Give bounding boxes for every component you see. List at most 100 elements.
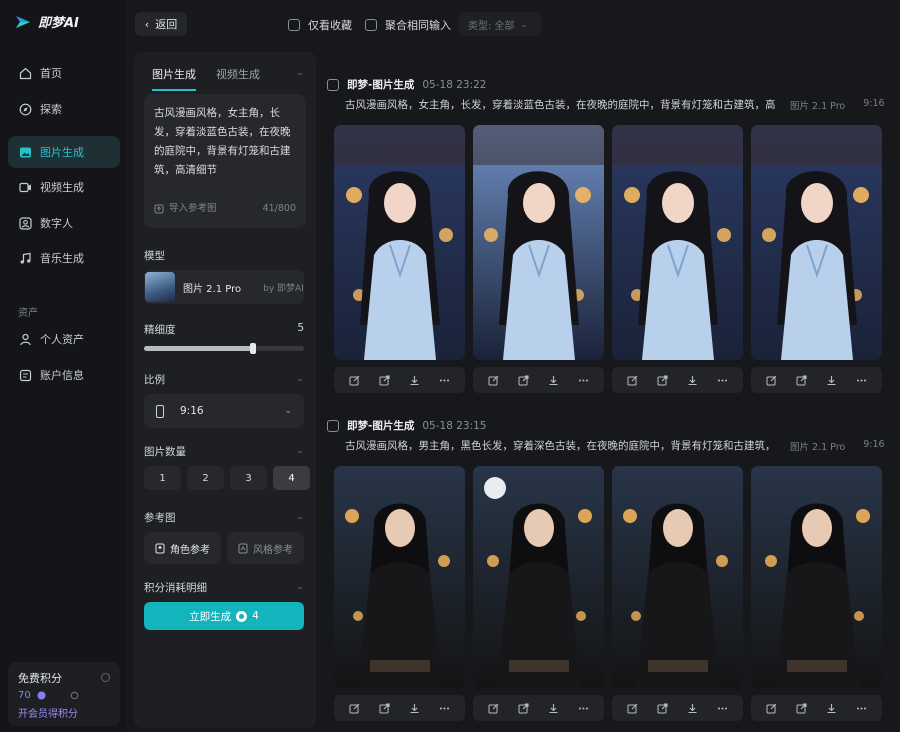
count-option-4[interactable]: 4	[273, 466, 310, 490]
nav-item-account-info[interactable]: 账户信息	[8, 359, 120, 391]
more-icon[interactable]	[576, 701, 590, 715]
result-image[interactable]	[473, 125, 604, 360]
merge-inputs-option[interactable]: 聚合相同输入	[365, 17, 451, 33]
character-reference-button[interactable]: 角色参考	[144, 532, 221, 564]
more-icon[interactable]	[854, 373, 868, 387]
tab-image-generation[interactable]: 图片生成	[152, 66, 196, 91]
more-icon[interactable]	[437, 701, 451, 715]
nav-item-personal-assets[interactable]: 个人资产	[8, 323, 120, 355]
model-selector[interactable]: 图片 2.1 Pro by 即梦AI	[144, 270, 304, 304]
nav-item-explore[interactable]: 探索	[8, 93, 120, 125]
nav-item-music-generation[interactable]: 音乐生成	[8, 242, 120, 274]
download-icon[interactable]	[685, 701, 699, 715]
edit-icon[interactable]	[765, 373, 779, 387]
chevron-down-icon[interactable]: ⌄	[296, 582, 304, 592]
generate-button[interactable]: 立即生成 4	[144, 602, 304, 630]
download-icon[interactable]	[546, 373, 560, 387]
group-title: 即梦-图片生成	[347, 420, 415, 432]
prompt-input[interactable]: 古风漫画风格，女主角，长发，穿着淡蓝色古装，在夜晚的庭院中，背景有灯笼和古建筑，…	[144, 94, 306, 228]
type-filter-select[interactable]: 类型: 全部 ⌄	[458, 12, 542, 36]
share-icon[interactable]	[795, 701, 809, 715]
select-group-checkbox[interactable]	[327, 419, 339, 432]
merge-inputs-checkbox[interactable]	[365, 19, 377, 31]
nav-item-label: 账户信息	[40, 369, 84, 382]
membership-link[interactable]: 开会员得积分	[18, 705, 110, 720]
chevron-down-icon[interactable]: ⌄	[296, 68, 304, 78]
refresh-icon[interactable]	[70, 691, 79, 700]
nav-item-video-generation[interactable]: 视频生成	[8, 171, 120, 203]
style-reference-icon	[238, 543, 248, 553]
share-icon[interactable]	[378, 373, 392, 387]
only-favorites-option[interactable]: 仅看收藏	[288, 17, 352, 33]
image-actions-bar	[473, 367, 604, 393]
detail-slider-handle[interactable]	[249, 343, 256, 354]
edit-icon[interactable]	[348, 701, 362, 715]
share-icon[interactable]	[517, 701, 531, 715]
detail-slider[interactable]	[144, 343, 304, 354]
model-label: 模型	[144, 250, 165, 262]
download-icon[interactable]	[824, 373, 838, 387]
back-button[interactable]: ‹ 返回	[135, 12, 187, 36]
credits-row: 70	[18, 690, 110, 701]
more-icon[interactable]	[715, 701, 729, 715]
tab-video-generation[interactable]: 视频生成	[216, 66, 260, 91]
ratio-select[interactable]: 9:16 ⌄	[144, 394, 304, 428]
style-reference-button[interactable]: 风格参考	[227, 532, 304, 564]
edit-icon[interactable]	[487, 373, 501, 387]
result-image[interactable]	[612, 466, 743, 688]
result-image[interactable]	[751, 125, 882, 360]
image-actions-bar	[612, 695, 743, 721]
info-icon[interactable]	[101, 673, 110, 682]
model-thumbnail	[145, 272, 175, 302]
edit-icon[interactable]	[626, 373, 640, 387]
more-icon[interactable]	[854, 701, 868, 715]
result-image[interactable]	[473, 466, 604, 688]
chevron-down-icon[interactable]: ⌄	[296, 446, 304, 456]
count-option-2[interactable]: 2	[187, 466, 224, 490]
only-favorites-checkbox[interactable]	[288, 19, 300, 31]
image-actions-bar	[751, 695, 882, 721]
nav-item-label: 视频生成	[40, 181, 84, 194]
edit-icon[interactable]	[765, 701, 779, 715]
more-icon[interactable]	[437, 373, 451, 387]
edit-icon[interactable]	[487, 701, 501, 715]
image-actions-bar	[334, 695, 465, 721]
left-nav: 即梦AI 首页 探索 图片生成 视频生成 数字人 音乐生成 资产 个人资产 账户…	[0, 0, 126, 732]
nav-item-image-generation[interactable]: 图片生成	[8, 136, 120, 168]
import-reference-button[interactable]: 导入参考图	[154, 199, 217, 218]
result-image[interactable]	[334, 125, 465, 360]
share-icon[interactable]	[656, 701, 670, 715]
credits-value: 70	[18, 690, 31, 701]
group-ratio: 9:16	[863, 98, 885, 109]
chevron-down-icon[interactable]: ⌄	[296, 374, 304, 384]
result-image[interactable]	[751, 466, 882, 688]
back-label: 返回	[155, 18, 178, 31]
edit-icon[interactable]	[348, 373, 362, 387]
result-image[interactable]	[612, 125, 743, 360]
nav-item-digital-human[interactable]: 数字人	[8, 207, 120, 239]
download-icon[interactable]	[407, 701, 421, 715]
group-prompt[interactable]: 古风漫画风格，男主角，黑色长发，穿着深色古装，在夜晚的庭院中，背景有灯笼和古建筑…	[345, 438, 775, 453]
app-logo[interactable]: 即梦AI	[14, 12, 79, 31]
more-icon[interactable]	[715, 373, 729, 387]
nav-item-home[interactable]: 首页	[8, 57, 120, 89]
more-icon[interactable]	[576, 373, 590, 387]
share-icon[interactable]	[378, 701, 392, 715]
download-icon[interactable]	[685, 373, 699, 387]
count-option-1[interactable]: 1	[144, 466, 181, 490]
share-icon[interactable]	[656, 373, 670, 387]
download-icon[interactable]	[407, 373, 421, 387]
share-icon[interactable]	[517, 373, 531, 387]
select-group-checkbox[interactable]	[327, 78, 339, 91]
nav-item-label: 首页	[40, 67, 62, 80]
share-icon[interactable]	[795, 373, 809, 387]
download-icon[interactable]	[546, 701, 560, 715]
chevron-down-icon[interactable]: ⌄	[296, 512, 304, 522]
credits-title: 免费积分	[18, 672, 62, 685]
count-option-3[interactable]: 3	[230, 466, 267, 490]
group-prompt[interactable]: 古风漫画风格，女主角，长发，穿着淡蓝色古装，在夜晚的庭院中，背景有灯笼和古建筑，…	[345, 97, 775, 112]
edit-icon[interactable]	[626, 701, 640, 715]
download-icon[interactable]	[824, 701, 838, 715]
result-image[interactable]	[334, 466, 465, 688]
logo-text: 即梦AI	[38, 16, 79, 31]
